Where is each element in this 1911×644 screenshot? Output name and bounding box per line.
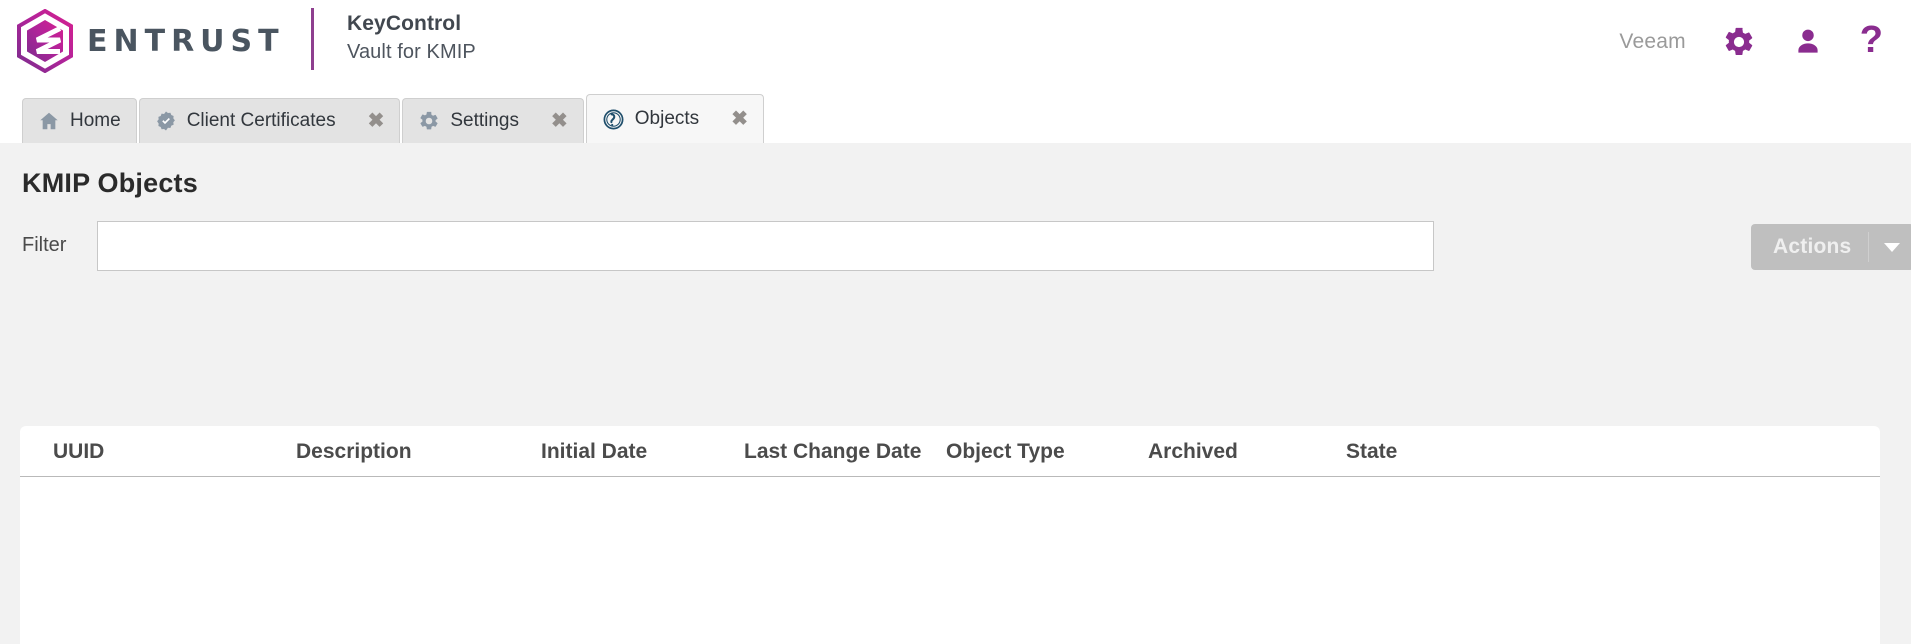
- certificate-icon: [155, 110, 177, 132]
- tab-label: Settings: [450, 110, 519, 131]
- tab-label: Objects: [634, 108, 700, 129]
- tab-bar: Home Client Certificates ✖ Settings ✖ Ob…: [0, 83, 1911, 143]
- tab-home[interactable]: Home: [22, 98, 137, 143]
- actions-button[interactable]: Actions: [1751, 224, 1911, 270]
- gear-icon: [418, 110, 440, 132]
- filter-input[interactable]: [97, 221, 1434, 271]
- chevron-down-icon: [1883, 242, 1900, 252]
- actions-dropdown-toggle[interactable]: [1869, 224, 1911, 270]
- brand-divider: [311, 8, 314, 70]
- actions-button-label[interactable]: Actions: [1751, 224, 1868, 270]
- filter-label: Filter: [22, 234, 67, 256]
- tab-strip: Home Client Certificates ✖ Settings ✖ Ob…: [22, 83, 766, 143]
- tab-settings[interactable]: Settings ✖: [402, 98, 584, 143]
- tab-close-icon[interactable]: ✖: [551, 111, 568, 131]
- entrust-wordmark: ENTRUST: [87, 23, 285, 59]
- product-name: KeyControl: [347, 12, 462, 35]
- filter-row: Filter Actions: [22, 221, 1911, 273]
- column-header-archived[interactable]: Archived: [1148, 440, 1238, 464]
- tab-close-icon[interactable]: ✖: [731, 109, 748, 129]
- column-header-description[interactable]: Description: [296, 440, 412, 464]
- user-icon[interactable]: [1792, 26, 1824, 58]
- help-icon[interactable]: ?: [1859, 18, 1883, 61]
- help-glyph: ?: [1859, 18, 1883, 61]
- column-header-object-type[interactable]: Object Type: [946, 440, 1065, 464]
- table-body: [20, 477, 1880, 644]
- tab-objects[interactable]: Objects ✖: [585, 94, 764, 143]
- objects-table: UUID Description Initial Date Last Chang…: [20, 426, 1880, 644]
- tab-close-icon[interactable]: ✖: [368, 111, 385, 131]
- tenant-name: Veeam: [1619, 29, 1686, 53]
- column-header-state[interactable]: State: [1346, 440, 1397, 464]
- gear-icon[interactable]: [1722, 25, 1756, 59]
- tab-label: Home: [70, 110, 121, 131]
- objects-icon: [602, 108, 625, 131]
- header-actions: Veeam ?: [1619, 0, 1883, 83]
- product-subtitle: Vault for KMIP: [347, 40, 476, 63]
- product-title-block: KeyControl Vault for KMIP: [347, 11, 476, 65]
- page-body: KMIP Objects Filter Actions UUID Descrip…: [0, 143, 1911, 644]
- entrust-hexagon-logo-icon: [13, 9, 77, 73]
- column-header-initial-date[interactable]: Initial Date: [541, 440, 647, 464]
- tab-label: Client Certificates: [186, 110, 336, 131]
- tab-client-certificates[interactable]: Client Certificates ✖: [138, 98, 401, 143]
- column-header-last-change-date[interactable]: Last Change Date: [744, 440, 921, 464]
- brand-block[interactable]: ENTRUST: [13, 6, 285, 76]
- table-header-row: UUID Description Initial Date Last Chang…: [20, 426, 1880, 477]
- home-icon: [38, 110, 60, 132]
- app-header: ENTRUST KeyControl Vault for KMIP Veeam …: [0, 0, 1911, 83]
- page-title: KMIP Objects: [22, 168, 198, 198]
- column-header-uuid[interactable]: UUID: [53, 440, 104, 464]
